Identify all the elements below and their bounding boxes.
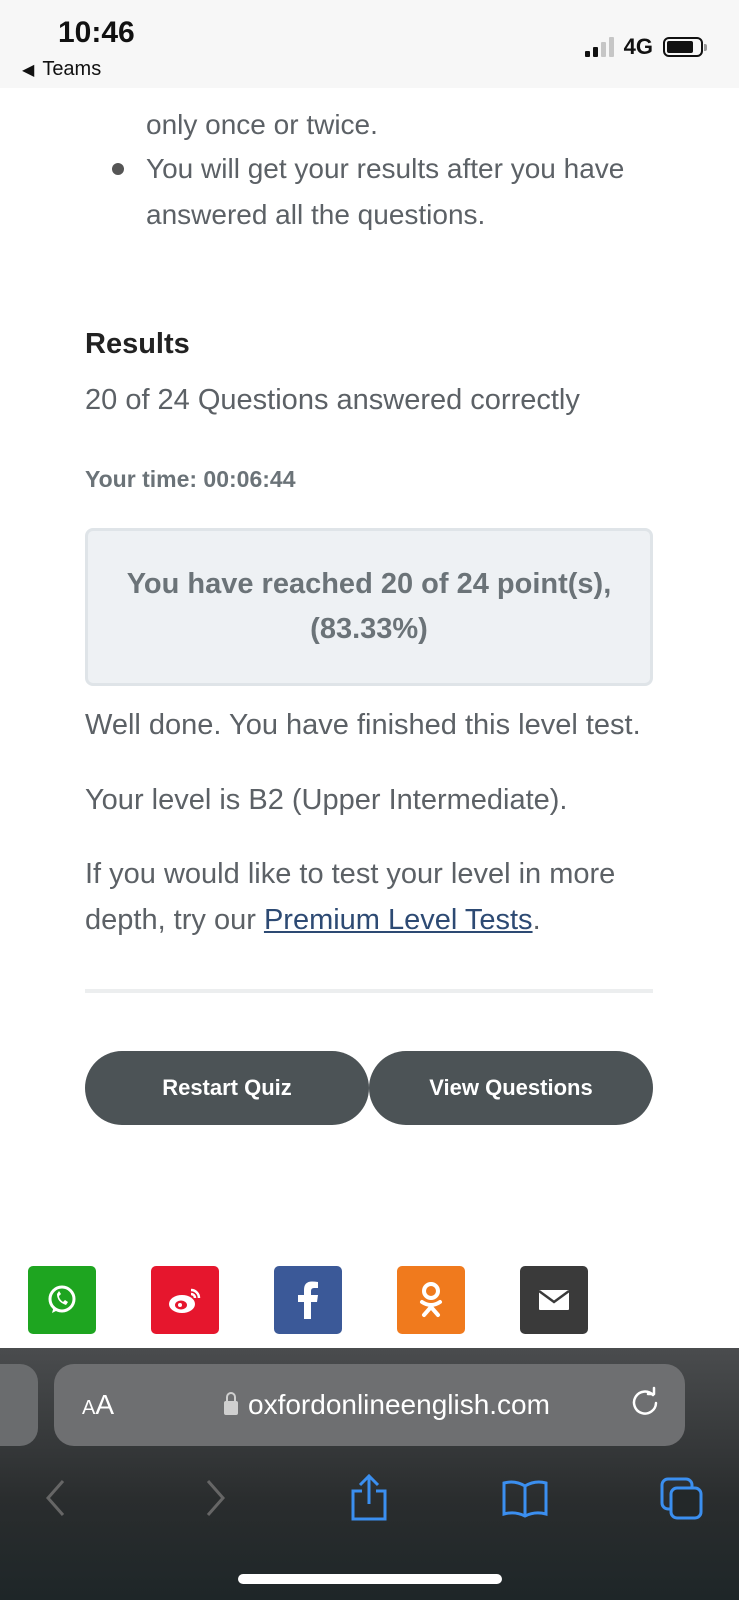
book-icon	[502, 1480, 548, 1518]
score-message: You have reached 20 of 24 point(s), (83.…	[126, 568, 612, 645]
signal-icon	[584, 37, 614, 57]
forward-chevron-icon	[206, 1480, 226, 1516]
whatsapp-icon	[48, 1285, 76, 1313]
bookmarks-button[interactable]	[495, 1468, 555, 1528]
facebook-share-button[interactable]	[274, 1266, 342, 1334]
bullet-text: You will get your results after you have…	[146, 153, 625, 230]
url-display[interactable]: oxfordonlineenglish.com	[224, 1389, 550, 1421]
tabs-button[interactable]	[652, 1468, 712, 1528]
answered-count: 20 of 24 Questions answered correctly	[85, 384, 580, 416]
restart-quiz-button[interactable]: Restart Quiz	[85, 1051, 369, 1125]
address-bar[interactable]: AA oxfordonlineenglish.com	[54, 1364, 685, 1446]
your-time: Your time: 00:06:44	[85, 466, 296, 492]
reader-settings-button[interactable]: AA	[82, 1389, 114, 1421]
share-button[interactable]	[339, 1468, 399, 1528]
status-bar: 10:46 ◀ Teams 4G	[0, 0, 739, 88]
lock-icon	[224, 1392, 238, 1415]
whatsapp-share-button[interactable]	[28, 1266, 96, 1334]
forward-button[interactable]	[185, 1468, 245, 1528]
status-indicators: 4G	[584, 34, 707, 60]
previous-tab-peek[interactable]	[0, 1364, 38, 1446]
status-time: 10:46	[58, 16, 135, 49]
share-icon	[351, 1474, 387, 1521]
premium-tests-message: If you would like to test your level in …	[85, 851, 665, 943]
back-chevron-icon	[45, 1480, 65, 1516]
facebook-icon	[298, 1281, 318, 1319]
results-heading: Results	[85, 328, 190, 360]
browser-bottom-bar: AA oxfordonlineenglish.com	[0, 1348, 739, 1600]
divider	[85, 989, 653, 993]
back-button[interactable]	[26, 1468, 86, 1528]
odnoklassniki-share-button[interactable]	[397, 1266, 465, 1334]
back-to-app-button[interactable]: ◀ Teams	[22, 58, 101, 81]
view-questions-button[interactable]: View Questions	[369, 1051, 653, 1125]
premium-level-tests-link[interactable]: Premium Level Tests	[264, 904, 533, 936]
level-result: Your level is B2 (Upper Intermediate).	[85, 784, 568, 816]
battery-icon	[663, 37, 707, 57]
home-indicator	[238, 1574, 502, 1584]
tabs-icon	[660, 1477, 703, 1520]
weibo-icon	[169, 1288, 201, 1313]
bullet-dot-icon	[112, 163, 124, 175]
reload-icon[interactable]	[629, 1385, 661, 1425]
browser-toolbar	[0, 1468, 739, 1528]
odnoklassniki-icon	[420, 1282, 442, 1317]
instruction-bullet: You will get your results after you have…	[112, 146, 672, 238]
network-type: 4G	[623, 34, 653, 59]
back-triangle-icon: ◀	[22, 61, 35, 79]
email-share-button[interactable]	[520, 1266, 588, 1334]
url-text: oxfordonlineenglish.com	[248, 1389, 550, 1420]
premium-suffix: .	[532, 904, 541, 936]
email-icon	[538, 1289, 570, 1310]
well-done-message: Well done. You have finished this level …	[85, 709, 641, 741]
weibo-share-button[interactable]	[151, 1266, 219, 1334]
back-app-label: Teams	[42, 58, 102, 80]
bullet-continuation: only once or twice.	[146, 109, 378, 140]
score-box: You have reached 20 of 24 point(s), (83.…	[85, 528, 653, 686]
